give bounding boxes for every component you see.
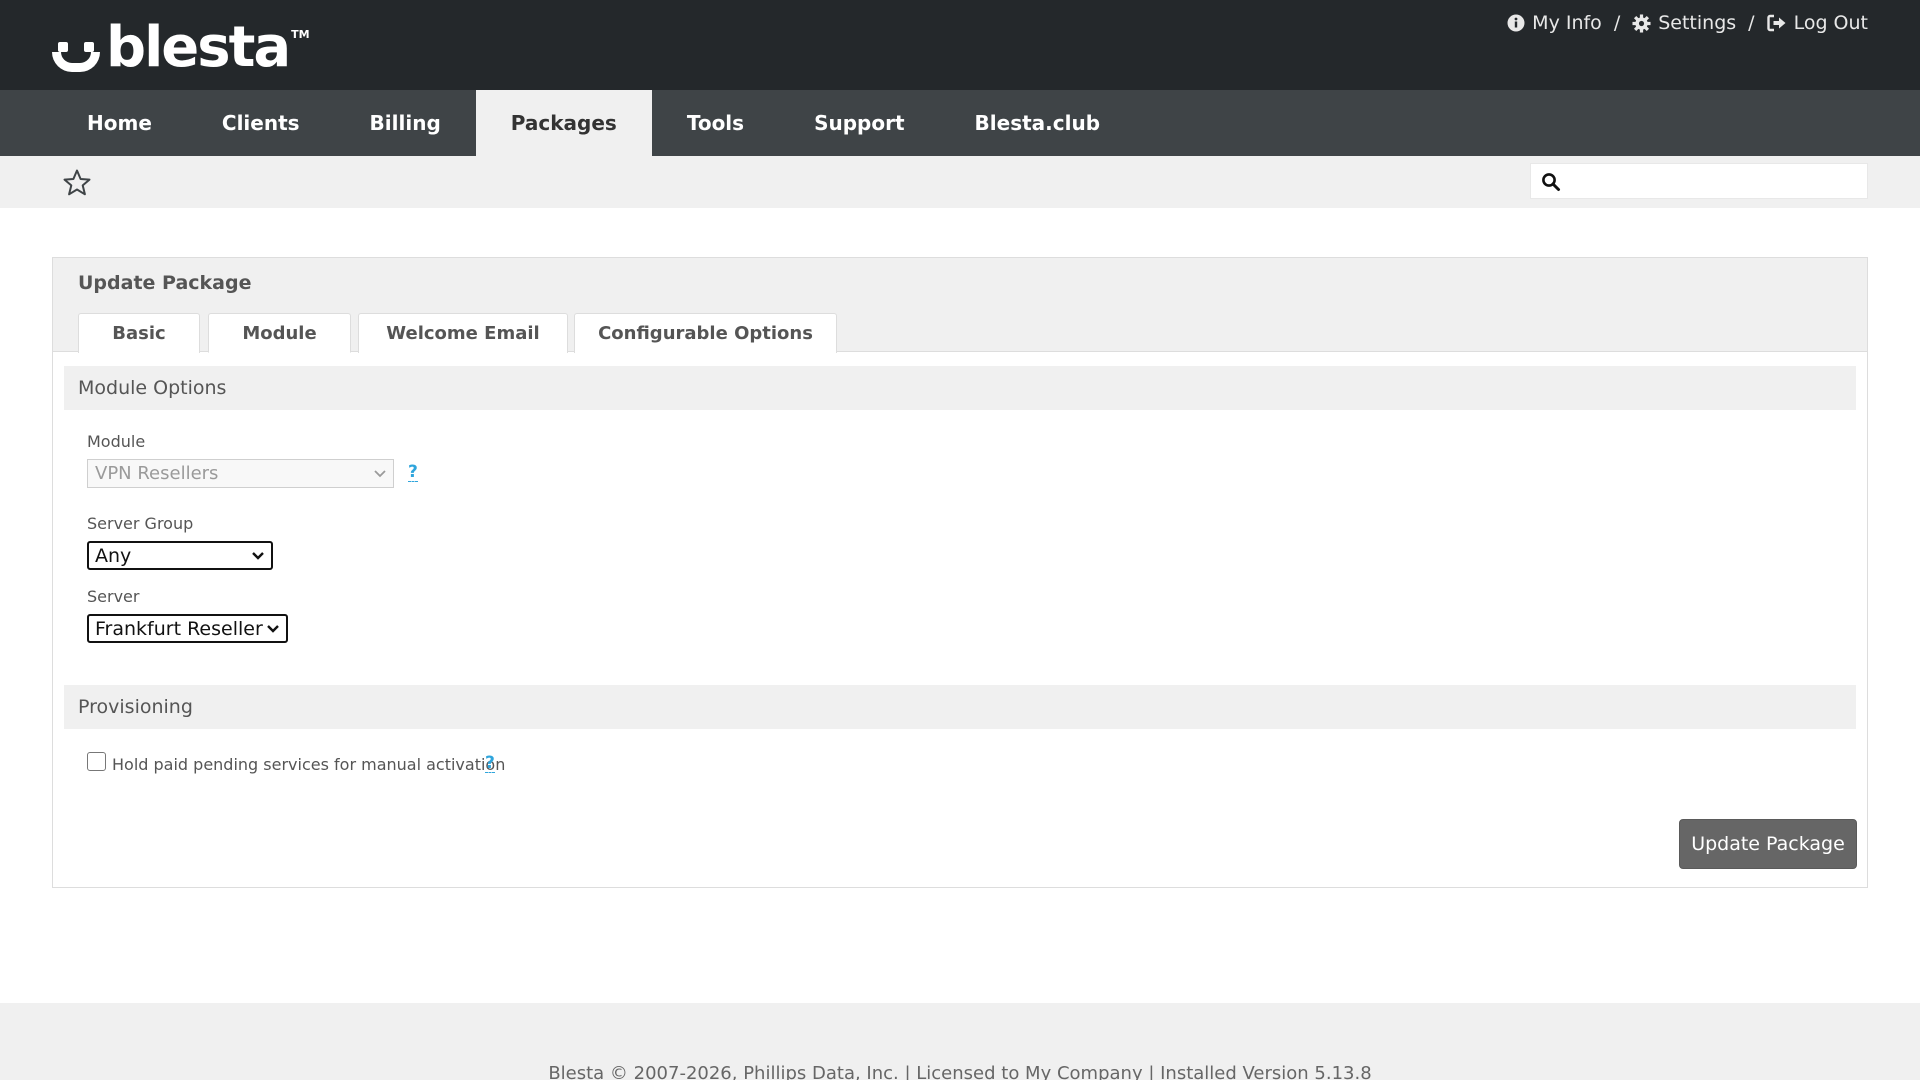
update-package-button[interactable]: Update Package xyxy=(1679,819,1857,869)
update-package-panel: Update Package Basic Module Welcome Emai… xyxy=(52,257,1868,888)
gear-icon xyxy=(1632,13,1651,33)
chevron-down-icon xyxy=(252,552,264,560)
nav-item-clients[interactable]: Clients xyxy=(187,90,335,156)
server-group-value: Any xyxy=(95,544,132,567)
settings-label: Settings xyxy=(1658,12,1737,34)
tab-basic[interactable]: Basic xyxy=(78,313,200,353)
logo-trademark: TM xyxy=(291,28,310,41)
module-options-header: Module Options xyxy=(64,366,1856,410)
module-select-value: VPN Resellers xyxy=(95,463,219,484)
tab-welcome-email[interactable]: Welcome Email xyxy=(358,313,568,353)
server-label: Server xyxy=(87,587,140,606)
page-footer: Blesta © 2007-2026, Phillips Data, Inc. … xyxy=(0,1003,1920,1080)
log-out-link[interactable]: Log Out xyxy=(1766,12,1868,34)
footer-copyright: Blesta © 2007-2026, Phillips Data, Inc. … xyxy=(548,1063,1372,1080)
server-value: Frankfurt Reseller xyxy=(95,617,263,640)
nav-item-blesta-club[interactable]: Blesta.club xyxy=(940,90,1136,156)
header-links: My Info / Settings / Log Out xyxy=(1507,12,1868,34)
blesta-logo[interactable]: blesta TM xyxy=(52,18,310,78)
server-group-select[interactable]: Any xyxy=(87,541,273,570)
package-tabs: Basic Module Welcome Email Configurable … xyxy=(53,308,1867,353)
hold-pending-help-link[interactable]: ? xyxy=(485,754,495,773)
nav-item-support[interactable]: Support xyxy=(779,90,939,156)
header-separator: / xyxy=(1748,12,1755,34)
header-separator: / xyxy=(1613,12,1621,34)
nav-item-tools[interactable]: Tools xyxy=(652,90,779,156)
search-icon xyxy=(1542,173,1560,191)
chevron-down-icon xyxy=(374,470,386,478)
tab-module[interactable]: Module xyxy=(208,313,351,353)
tab-configurable-options[interactable]: Configurable Options xyxy=(574,313,837,353)
main-nav: Home Clients Billing Packages Tools Supp… xyxy=(0,90,1920,156)
logo-mark-icon xyxy=(52,20,102,76)
my-info-label: My Info xyxy=(1532,12,1602,34)
server-group-label: Server Group xyxy=(87,514,194,533)
search-box xyxy=(1530,163,1868,199)
logo-text: blesta xyxy=(106,15,291,80)
info-circle-icon xyxy=(1507,14,1525,32)
search-input[interactable] xyxy=(1569,166,1859,196)
nav-item-packages[interactable]: Packages xyxy=(475,90,652,156)
sub-toolbar xyxy=(0,156,1920,208)
chevron-down-icon xyxy=(267,625,279,633)
sign-out-icon xyxy=(1766,14,1786,32)
settings-link[interactable]: Settings xyxy=(1632,12,1736,34)
log-out-label: Log Out xyxy=(1793,12,1868,34)
server-select[interactable]: Frankfurt Reseller xyxy=(87,614,288,643)
star-icon xyxy=(63,169,91,196)
my-info-link[interactable]: My Info xyxy=(1507,12,1602,34)
panel-title: Update Package xyxy=(53,258,1867,308)
favorite-button[interactable] xyxy=(62,168,92,198)
hold-pending-label[interactable]: Hold paid pending services for manual ac… xyxy=(112,755,505,774)
provisioning-header: Provisioning xyxy=(64,685,1856,729)
module-label: Module xyxy=(87,432,146,451)
module-help-link[interactable]: ? xyxy=(408,463,418,482)
top-header: blesta TM My Info / Settings / Log Out xyxy=(0,0,1920,90)
nav-item-billing[interactable]: Billing xyxy=(335,90,476,156)
hold-pending-checkbox[interactable] xyxy=(87,752,106,771)
module-select: VPN Resellers xyxy=(87,459,394,488)
nav-item-home[interactable]: Home xyxy=(52,90,187,156)
